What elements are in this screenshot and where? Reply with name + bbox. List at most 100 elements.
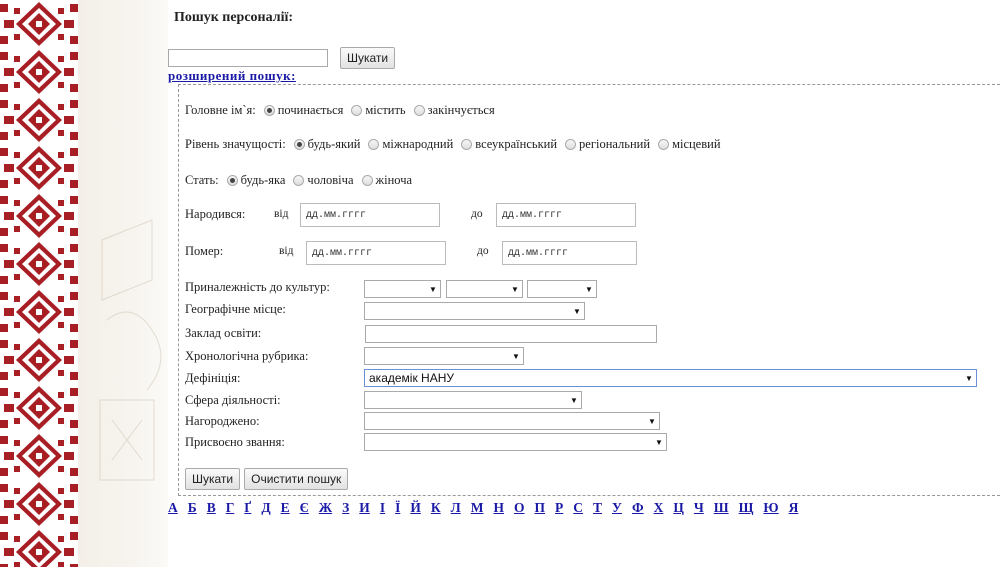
died-from-date-input[interactable]: дд.мм.гггг xyxy=(306,241,446,265)
letter-link[interactable]: Ф xyxy=(632,500,644,516)
letter-link[interactable]: Й xyxy=(410,500,421,516)
sphere-label: Сфера діяльності: xyxy=(185,393,281,407)
dropdown-arrow-icon: ▼ xyxy=(511,284,519,294)
letter-link[interactable]: К xyxy=(431,500,441,516)
dropdown-arrow-icon: ▼ xyxy=(429,284,437,294)
letter-link[interactable]: А xyxy=(168,500,178,516)
culture-label: Приналежність до культур: xyxy=(185,280,330,294)
letter-link[interactable]: Є xyxy=(300,500,309,516)
radio-icon xyxy=(351,105,363,116)
rank-label: Присвоєно звання: xyxy=(185,435,285,449)
letter-link[interactable]: М xyxy=(471,500,484,516)
gender-option-any[interactable]: будь-яка xyxy=(223,173,285,188)
letter-link[interactable]: Г xyxy=(226,500,235,516)
letter-link[interactable]: В xyxy=(207,500,216,516)
letter-link[interactable]: Н xyxy=(493,500,504,516)
dropdown-arrow-icon: ▼ xyxy=(648,416,656,426)
radio-icon xyxy=(658,139,670,150)
advanced-search-button[interactable]: Шукати xyxy=(185,468,241,490)
letter-link[interactable]: Ц xyxy=(673,500,684,516)
letter-link[interactable]: Ї xyxy=(395,500,400,516)
dropdown-arrow-icon: ▼ xyxy=(512,351,520,361)
awarded-select[interactable]: ▼ xyxy=(364,412,660,430)
dropdown-arrow-icon: ▼ xyxy=(965,373,973,383)
letter-link[interactable]: Х xyxy=(654,500,664,516)
letter-link[interactable]: Е xyxy=(281,500,290,516)
letter-link[interactable]: Т xyxy=(593,500,602,516)
letter-link[interactable]: П xyxy=(535,500,546,516)
sphere-select[interactable]: ▼ xyxy=(364,391,582,409)
radio-icon xyxy=(565,139,577,150)
born-from-label: від xyxy=(274,208,289,220)
search-button[interactable]: Шукати xyxy=(340,47,396,69)
dropdown-arrow-icon: ▼ xyxy=(655,437,663,447)
letter-link[interactable]: Л xyxy=(451,500,461,516)
culture-select-2[interactable]: ▼ xyxy=(446,280,523,298)
clear-search-button[interactable]: Очистити пошук xyxy=(244,468,349,490)
letter-link[interactable]: Р xyxy=(555,500,563,516)
born-to-label: до xyxy=(471,208,483,220)
radio-selected-icon xyxy=(226,175,238,186)
letter-link[interactable]: Ч xyxy=(694,500,704,516)
significance-option-regional[interactable]: регіональний xyxy=(561,137,650,152)
letter-link[interactable]: Ю xyxy=(763,500,778,516)
letter-link[interactable]: С xyxy=(573,500,583,516)
dropdown-arrow-icon: ▼ xyxy=(585,284,593,294)
letter-link[interactable]: Ж xyxy=(319,500,332,516)
born-from-date-input[interactable]: дд.мм.гггг xyxy=(300,203,440,227)
letter-link[interactable]: З xyxy=(342,500,349,516)
search-page: Пошук персоналії: Шукати розширений пошу… xyxy=(168,0,1000,567)
radio-icon xyxy=(368,139,380,150)
main-name-option-ends[interactable]: закінчується xyxy=(410,103,495,118)
rank-select[interactable]: ▼ xyxy=(364,433,667,451)
education-input[interactable] xyxy=(365,325,657,343)
letter-link[interactable]: І xyxy=(380,500,385,516)
education-label: Заклад освіти: xyxy=(185,326,262,340)
significance-option-international[interactable]: міжнародний xyxy=(364,137,453,152)
significance-row: Рівень значущості: будь-який міжнародний… xyxy=(185,137,725,152)
ornament-border xyxy=(0,0,78,567)
chrono-select[interactable]: ▼ xyxy=(364,347,524,365)
main-name-row: Головне ім`я: починається містить закінч… xyxy=(185,103,499,118)
page-title: Пошук персоналії: xyxy=(174,10,294,25)
advanced-search-link[interactable]: розширений пошук: xyxy=(168,68,296,84)
awarded-label: Нагороджено: xyxy=(185,414,260,428)
gender-label: Стать: xyxy=(185,173,219,187)
letter-link[interactable]: Щ xyxy=(739,500,754,516)
letter-link[interactable]: И xyxy=(359,500,370,516)
letter-link[interactable]: Я xyxy=(789,500,799,516)
letter-link[interactable]: У xyxy=(612,500,622,516)
gender-option-female[interactable]: жіноча xyxy=(358,173,412,188)
search-input[interactable] xyxy=(168,49,328,67)
dropdown-arrow-icon: ▼ xyxy=(573,306,581,316)
born-to-date-input[interactable]: дд.мм.гггг xyxy=(496,203,636,227)
significance-option-national[interactable]: всеукраїнський xyxy=(457,137,557,152)
advanced-search-panel: Головне ім`я: починається містить закінч… xyxy=(178,84,1000,496)
culture-select-1[interactable]: ▼ xyxy=(364,280,441,298)
geo-select[interactable]: ▼ xyxy=(364,302,585,320)
radio-selected-icon xyxy=(293,139,305,150)
gender-option-male[interactable]: чоловіча xyxy=(289,173,354,188)
died-label: Помер: xyxy=(185,244,224,258)
died-to-date-input[interactable]: дд.мм.гггг xyxy=(502,241,637,265)
letter-link[interactable]: Ґ xyxy=(244,500,251,516)
chrono-label: Хронологічна рубрика: xyxy=(185,349,309,363)
main-name-option-starts[interactable]: починається xyxy=(260,103,343,118)
culture-select-3[interactable]: ▼ xyxy=(527,280,597,298)
letter-link[interactable]: Д xyxy=(261,500,270,516)
letter-link[interactable]: Б xyxy=(188,500,197,516)
main-name-option-contains[interactable]: містить xyxy=(347,103,406,118)
gender-row: Стать: будь-яка чоловіча жіноча xyxy=(185,173,416,188)
significance-option-local[interactable]: місцевий xyxy=(654,137,721,152)
background-sketch xyxy=(99,219,162,481)
significance-option-any[interactable]: будь-який xyxy=(290,137,360,152)
letter-link[interactable]: О xyxy=(514,500,525,516)
letter-link[interactable]: Ш xyxy=(714,500,729,516)
main-name-label: Головне ім`я: xyxy=(185,103,256,117)
definition-label: Дефініція: xyxy=(185,371,241,385)
born-label: Народився: xyxy=(185,207,246,221)
radio-icon xyxy=(293,175,305,186)
radio-icon xyxy=(413,105,425,116)
definition-select[interactable]: академік НАНУ ▼ xyxy=(364,369,977,387)
dropdown-arrow-icon: ▼ xyxy=(570,395,578,405)
